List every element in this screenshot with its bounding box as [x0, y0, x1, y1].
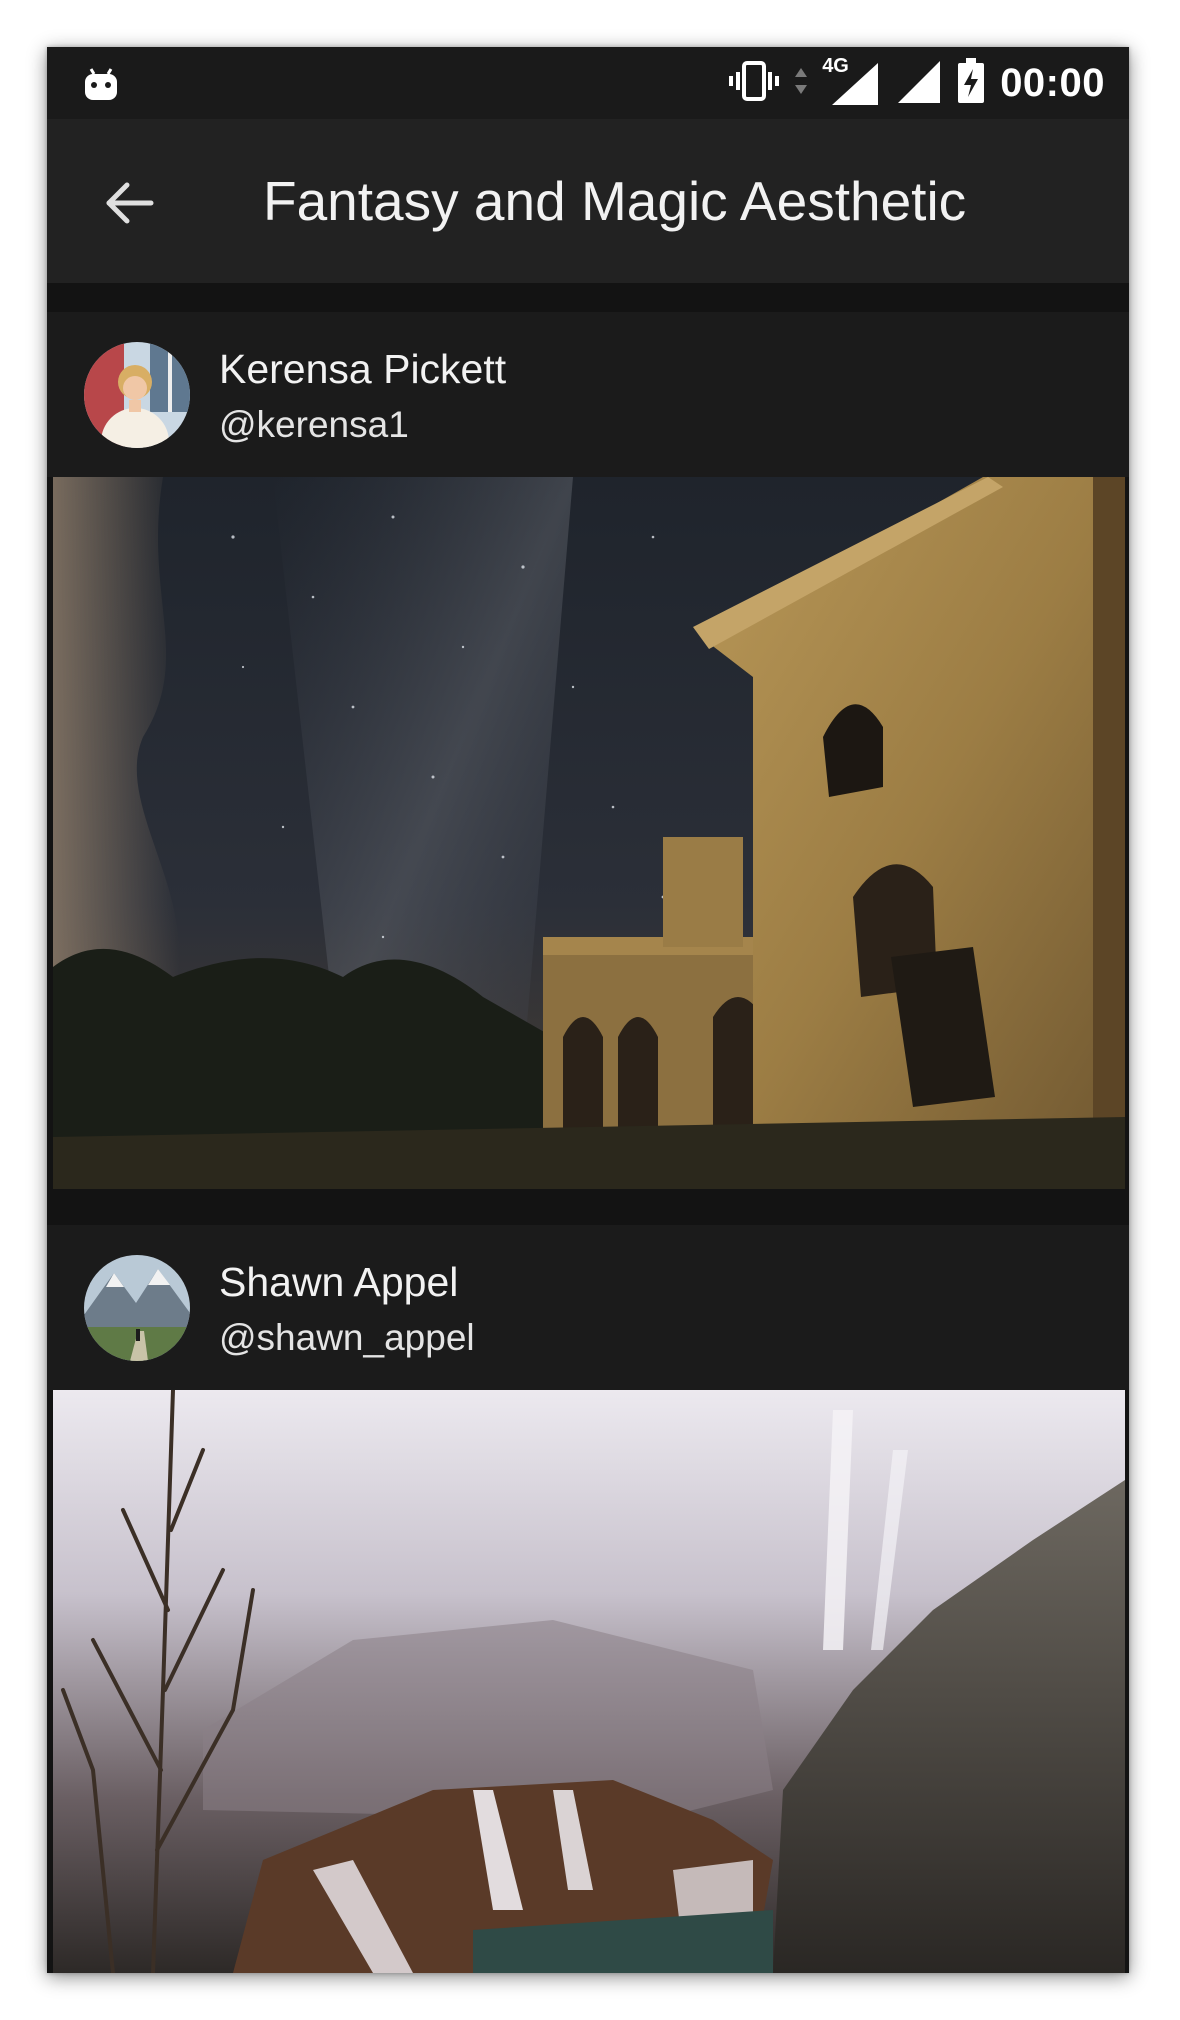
- status-icons: 4G 00:00: [728, 55, 1105, 110]
- phone-screen: 4G 00:00 Fantasy and Magic Aesthetic Ker…: [47, 47, 1129, 1973]
- data-arrows-icon: [794, 66, 808, 101]
- app-toolbar: Fantasy and Magic Aesthetic: [47, 119, 1129, 283]
- user-handle[interactable]: @shawn_appel: [219, 1317, 475, 1359]
- signal-4g-icon: 4G: [822, 55, 880, 107]
- arrow-left-icon: [106, 182, 154, 224]
- battery-charging-icon: [956, 57, 986, 110]
- post-photo-castle[interactable]: [53, 477, 1125, 1189]
- user-name[interactable]: Kerensa Pickett: [219, 346, 506, 393]
- avatar[interactable]: [84, 1255, 190, 1361]
- post-card: Kerensa Pickett @kerensa1: [47, 312, 1129, 1189]
- android-icon: [81, 63, 121, 108]
- back-button[interactable]: [91, 165, 167, 241]
- post-card: Shawn Appel @shawn_appel: [47, 1225, 1129, 1973]
- user-name[interactable]: Shawn Appel: [219, 1259, 458, 1306]
- page-title: Fantasy and Magic Aesthetic: [263, 170, 967, 232]
- avatar[interactable]: [84, 342, 190, 448]
- post-header: Shawn Appel @shawn_appel: [47, 1225, 1129, 1390]
- vibrate-icon: [728, 59, 780, 108]
- network-type-label: 4G: [822, 55, 849, 77]
- status-bar: 4G 00:00: [47, 47, 1129, 119]
- post-header: Kerensa Pickett @kerensa1: [47, 312, 1129, 477]
- status-clock: 00:00: [1000, 60, 1105, 105]
- user-handle[interactable]: @kerensa1: [219, 404, 409, 446]
- post-photo-waterfalls[interactable]: [53, 1390, 1125, 1973]
- signal-icon: [894, 57, 942, 110]
